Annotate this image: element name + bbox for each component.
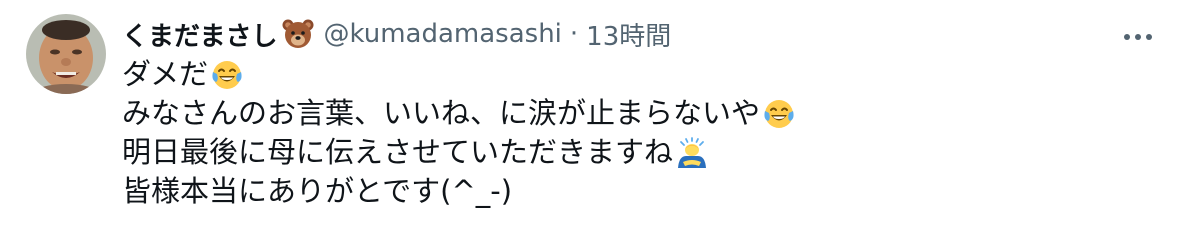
tweet-line: 明日最後に母に伝えさせていただきますね <box>122 133 1186 172</box>
tweet-line-text: 明日最後に母に伝えさせていただきますね <box>122 135 674 169</box>
separator: · <box>569 19 579 49</box>
ellipsis-icon <box>1122 26 1154 45</box>
tears-of-joy-icon <box>210 58 244 92</box>
tweet-line: 皆様本当にありがとです(^_-) <box>122 172 1186 211</box>
person-bowing-icon <box>675 136 709 170</box>
display-name[interactable]: くまだまさし <box>122 16 277 53</box>
avatar[interactable] <box>26 14 106 94</box>
tweet-line-text: 皆様本当にありがとです(^_-) <box>122 174 513 208</box>
bear-face-icon <box>281 17 315 51</box>
tears-of-joy-icon <box>762 97 796 131</box>
tweet-header: くまだまさし @kumadamasashi · 13時間 <box>122 12 1186 56</box>
user-handle[interactable]: @kumadamasashi <box>323 19 561 49</box>
tweet-card[interactable]: くまだまさし @kumadamasashi · 13時間 ダメだ みなさんのお言… <box>0 0 1186 246</box>
tweet-line: ダメだ <box>122 55 1186 94</box>
tweet-text: ダメだ みなさんのお言葉、いいね、に涙が止まらないや 明日最後に母に伝えさせてい… <box>122 55 1186 211</box>
more-options-button[interactable] <box>1116 20 1160 50</box>
tweet-line-text: みなさんのお言葉、いいね、に涙が止まらないや <box>122 96 761 130</box>
timestamp[interactable]: 13時間 <box>586 16 671 53</box>
tweet-line-text: ダメだ <box>122 57 209 91</box>
tweet-line: みなさんのお言葉、いいね、に涙が止まらないや <box>122 94 1186 133</box>
